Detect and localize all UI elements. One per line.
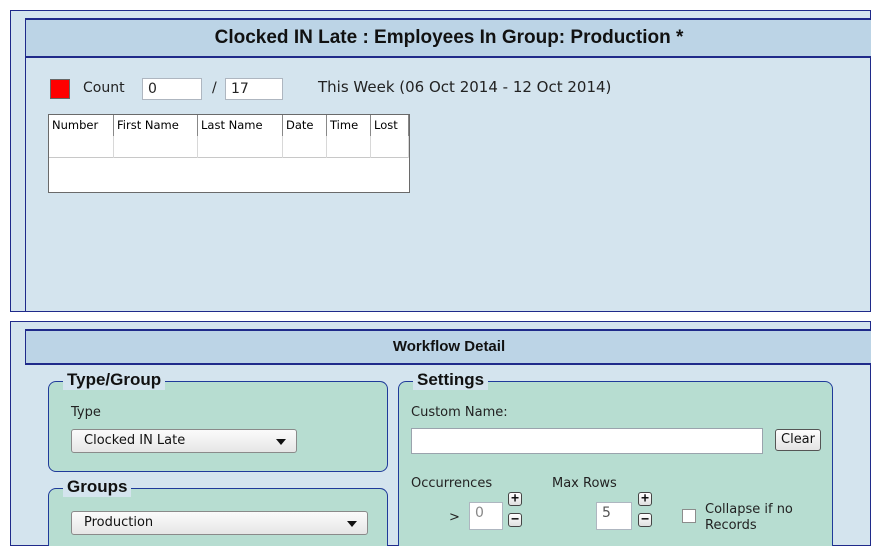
custom-name-input[interactable] <box>411 428 763 454</box>
collapse-checkbox[interactable] <box>682 509 696 523</box>
col-number[interactable]: Number <box>49 115 114 136</box>
workflow-title-bar: Workflow Detail <box>25 329 871 365</box>
total-field[interactable]: 17 <box>225 78 283 100</box>
workflow-window: Clocked IN Late : Employees In Group: Pr… <box>0 0 871 546</box>
occurrences-label: Occurrences <box>411 476 493 491</box>
col-first-name[interactable]: First Name <box>114 115 198 136</box>
col-last-name[interactable]: Last Name <box>198 115 283 136</box>
col-time[interactable]: Time <box>327 115 371 136</box>
count-field[interactable]: 0 <box>142 78 202 100</box>
table-row[interactable] <box>49 136 409 158</box>
settings-title: Settings <box>413 370 489 390</box>
report-title-bar: Clocked IN Late : Employees In Group: Pr… <box>25 18 871 58</box>
table-header: Number First Name Last Name Date Time Lo… <box>49 115 409 136</box>
groups-title: Groups <box>63 477 132 497</box>
report-title: Clocked IN Late : Employees In Group: Pr… <box>214 27 684 48</box>
occurrences-operator: > <box>449 510 460 525</box>
status-indicator <box>50 79 70 99</box>
occurrences-decrement-button[interactable]: − <box>508 513 522 527</box>
clear-button[interactable]: Clear <box>775 429 821 451</box>
count-slash: / <box>212 80 217 96</box>
col-date[interactable]: Date <box>283 115 327 136</box>
collapse-label-line1: Collapse if no <box>705 502 793 517</box>
col-lost[interactable]: Lost <box>371 115 409 136</box>
period-text: This Week (06 Oct 2014 - 12 Oct 2014) <box>318 78 612 96</box>
type-select[interactable]: Clocked IN Late <box>71 429 297 453</box>
max-rows-input[interactable]: 5 <box>596 502 632 530</box>
chevron-down-icon <box>276 439 286 445</box>
results-table[interactable]: Number First Name Last Name Date Time Lo… <box>48 114 410 193</box>
max-rows-decrement-button[interactable]: − <box>638 513 652 527</box>
type-group-box: Type/Group <box>48 370 388 472</box>
groups-select-value: Production <box>84 515 154 530</box>
collapse-label-line2: Records <box>705 518 757 533</box>
type-label: Type <box>71 405 101 420</box>
max-rows-label: Max Rows <box>552 476 617 491</box>
count-label: Count <box>83 80 125 96</box>
total-field-value: 17 <box>231 81 249 97</box>
chevron-down-icon <box>347 521 357 527</box>
type-group-title: Type/Group <box>63 370 166 390</box>
type-select-value: Clocked IN Late <box>84 433 186 448</box>
groups-select[interactable]: Production <box>71 511 368 535</box>
max-rows-increment-button[interactable]: + <box>638 492 652 506</box>
occurrences-input[interactable]: 0 <box>469 502 503 530</box>
workflow-title: Workflow Detail <box>392 338 506 355</box>
occurrences-increment-button[interactable]: + <box>508 492 522 506</box>
custom-name-label: Custom Name: <box>411 405 508 420</box>
